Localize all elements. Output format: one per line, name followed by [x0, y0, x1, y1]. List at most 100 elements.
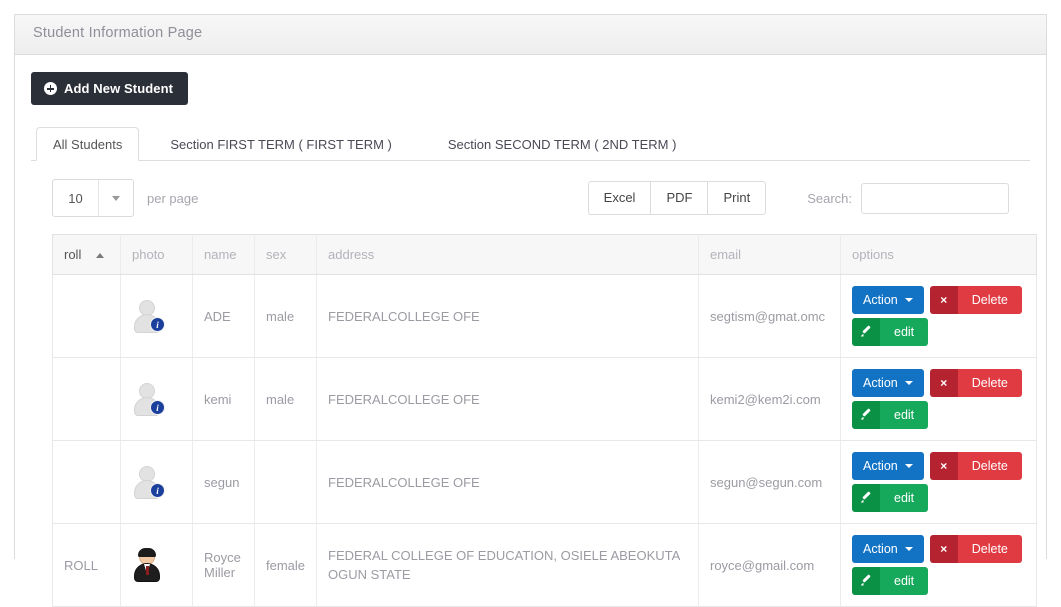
row-action-buttons: Action × Delete edit — [852, 369, 1032, 429]
student-panel: Student Information Page Add New Student… — [14, 14, 1047, 607]
table-body: i ADE male FEDERALCOLLEGE OFE segtism@gm… — [52, 274, 1037, 607]
column-header-name[interactable]: name — [192, 234, 255, 275]
cell-photo: i — [120, 440, 193, 524]
column-header-sex[interactable]: sex — [254, 234, 317, 275]
edit-button[interactable]: edit — [852, 318, 929, 346]
column-header-email[interactable]: email — [698, 234, 841, 275]
column-label: roll — [64, 247, 82, 262]
cell-name: Royce Miller — [192, 523, 255, 607]
delete-button[interactable]: × Delete — [929, 369, 1022, 397]
action-dropdown-button[interactable]: Action — [852, 535, 924, 563]
cell-email: kemi2@kem2i.com — [698, 357, 841, 441]
x-icon: × — [929, 535, 958, 563]
search-label: Search: — [807, 190, 852, 206]
delete-button[interactable]: × Delete — [929, 452, 1022, 480]
cell-roll — [52, 440, 121, 524]
panel-heading: Student Information Page — [15, 15, 1046, 55]
column-label: photo — [132, 247, 165, 262]
cell-name: ADE — [192, 274, 255, 358]
action-dropdown-button[interactable]: Action — [852, 452, 924, 480]
table-row: ROLL Royce Miller female FEDERAL COLLEGE… — [52, 523, 1037, 607]
caret-down-icon — [904, 547, 913, 551]
x-icon: × — [929, 369, 958, 397]
edit-label: edit — [880, 567, 929, 595]
datatable-toolbar-right: Excel PDF Print Search: — [587, 181, 1009, 215]
cell-options: Action × Delete edit — [840, 357, 1037, 441]
panel-body: Add New Student All Students Section FIR… — [15, 55, 1046, 607]
caret-down-icon — [904, 464, 913, 468]
caret-down-icon — [904, 298, 913, 302]
edit-button[interactable]: edit — [852, 484, 929, 512]
export-button-group: Excel PDF Print — [587, 181, 767, 215]
delete-button[interactable]: × Delete — [929, 535, 1022, 563]
sort-ascending-icon — [96, 252, 104, 258]
edit-label: edit — [880, 318, 929, 346]
row-action-buttons: Action × Delete edit — [852, 452, 1032, 512]
delete-button[interactable]: × Delete — [929, 286, 1022, 314]
cell-options: Action × Delete edit — [840, 440, 1037, 524]
action-label: Action — [863, 293, 898, 307]
action-label: Action — [863, 542, 898, 556]
tab-label: All Students — [53, 137, 123, 152]
cell-sex: male — [254, 274, 317, 358]
delete-label: Delete — [957, 369, 1022, 397]
cell-roll: ROLL — [52, 523, 121, 607]
datatable-container: 10 per page Excel PDF Print Search: roll… — [31, 161, 1037, 607]
action-dropdown-button[interactable]: Action — [852, 286, 924, 314]
column-header-address[interactable]: address — [316, 234, 699, 275]
cell-name: kemi — [192, 357, 255, 441]
edit-label: edit — [880, 484, 929, 512]
export-pdf-button[interactable]: PDF — [650, 181, 708, 215]
search-input[interactable] — [861, 182, 1009, 214]
placeholder-user-icon: i — [132, 465, 165, 499]
column-label: sex — [266, 247, 287, 262]
cell-sex: female — [254, 523, 317, 607]
table-row: i segun FEDERALCOLLEGE OFE segun@segun.c… — [52, 440, 1037, 524]
cell-address: FEDERALCOLLEGE OFE — [316, 357, 699, 441]
cell-roll — [52, 274, 121, 358]
edit-label: edit — [880, 401, 929, 429]
action-label: Action — [863, 376, 898, 390]
datatable-toolbar: 10 per page Excel PDF Print Search: — [52, 179, 1009, 217]
page-root: Student Information Page Add New Student… — [0, 0, 1061, 607]
cell-options: Action × Delete edit — [840, 274, 1037, 358]
cell-sex: male — [254, 357, 317, 441]
page-length-select[interactable]: 10 — [52, 179, 134, 217]
pencil-icon — [852, 401, 880, 429]
plus-circle-icon — [44, 82, 57, 95]
print-button[interactable]: Print — [707, 181, 767, 215]
tab-section-first-term[interactable]: Section FIRST TERM ( FIRST TERM ) — [153, 127, 409, 161]
edit-button[interactable]: edit — [852, 567, 929, 595]
tab-section-second-term[interactable]: Section SECOND TERM ( 2ND TERM ) — [431, 127, 694, 161]
add-new-student-label: Add New Student — [64, 81, 174, 96]
cell-address: FEDERAL COLLEGE OF EDUCATION, OSIELE ABE… — [316, 523, 699, 607]
export-excel-button[interactable]: Excel — [587, 181, 651, 215]
cell-name: segun — [192, 440, 255, 524]
row-action-buttons: Action × Delete edit — [852, 286, 1032, 346]
row-action-buttons: Action × Delete edit — [852, 535, 1032, 595]
table-row: i ADE male FEDERALCOLLEGE OFE segtism@gm… — [52, 274, 1037, 358]
column-label: address — [328, 247, 375, 262]
x-icon: × — [929, 452, 958, 480]
info-badge-icon: i — [150, 317, 165, 332]
action-dropdown-button[interactable]: Action — [852, 369, 924, 397]
pencil-icon — [852, 318, 880, 346]
chevron-down-icon — [99, 180, 133, 216]
column-label: email — [710, 247, 742, 262]
edit-button[interactable]: edit — [852, 401, 929, 429]
column-header-roll[interactable]: roll — [52, 234, 121, 275]
cell-address: FEDERALCOLLEGE OFE — [316, 440, 699, 524]
tab-all-students[interactable]: All Students — [36, 127, 140, 161]
column-header-options[interactable]: options — [840, 234, 1037, 275]
page-length-value: 10 — [53, 180, 99, 216]
students-table: roll photo name sex address email option… — [52, 234, 1037, 607]
action-label: Action — [863, 459, 898, 473]
delete-label: Delete — [957, 535, 1022, 563]
cell-photo — [120, 523, 193, 607]
info-badge-icon: i — [150, 400, 165, 415]
column-header-photo[interactable]: photo — [120, 234, 193, 275]
page-length-control: 10 per page — [52, 179, 198, 217]
cell-options: Action × Delete edit — [840, 523, 1037, 607]
column-label: options — [852, 247, 894, 262]
add-new-student-button[interactable]: Add New Student — [31, 72, 189, 105]
